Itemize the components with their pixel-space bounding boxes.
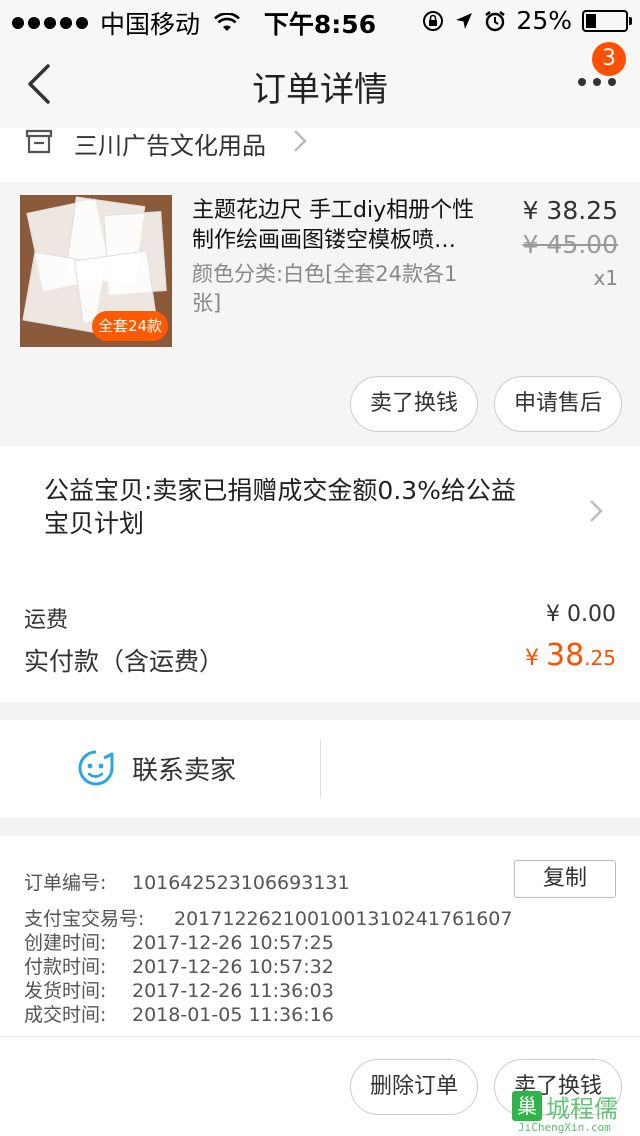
- charity-line1: 公益宝贝:卖家已捐赠成交金额0.3%给公益: [44, 476, 516, 505]
- alipay-trade-row: 支付宝交易号: 2017122621001001310241761607: [24, 904, 512, 931]
- image-tag: 全套24款: [92, 311, 168, 341]
- product-card: 全套24款 主题花边尺 手工diy相册个性 制作绘画画图镂空模板喷… 颜色分类:…: [0, 182, 640, 446]
- amount-paid-integer: 38: [546, 638, 585, 673]
- sell-for-cash-button[interactable]: 卖了换钱: [350, 376, 478, 432]
- info-key: 发货时间:: [24, 980, 107, 1002]
- shop-row[interactable]: 三川广告文化用品: [0, 128, 640, 182]
- contact-seller-button[interactable]: 联系卖家: [132, 750, 236, 787]
- info-key: 支付宝交易号:: [24, 908, 145, 930]
- apply-after-sale-button[interactable]: 申请售后: [494, 376, 622, 432]
- watermark-logo: 巢 城程儒 JiChengXin.com: [512, 1087, 632, 1135]
- copy-button[interactable]: 复制: [514, 860, 616, 898]
- chevron-right-icon: [294, 130, 307, 152]
- product-image[interactable]: 全套24款: [20, 195, 172, 347]
- product-spec-line2: 张]: [192, 291, 222, 315]
- alipay-trade-value: 2017122621001001310241761607: [174, 908, 513, 930]
- watermark-box: 巢: [512, 1091, 542, 1121]
- chevron-right-icon: [590, 500, 603, 522]
- product-title-line2: 制作绘画画图镂空模板喷…: [192, 228, 457, 253]
- charity-row[interactable]: 公益宝贝:卖家已捐赠成交金额0.3%给公益 宝贝计划: [0, 446, 640, 576]
- product-price: ¥ 38.25: [522, 196, 618, 225]
- order-number-value: 101642523106693131: [132, 872, 350, 894]
- store-icon: [25, 129, 53, 154]
- divider: [320, 740, 321, 798]
- info-key: 付款时间:: [24, 956, 107, 978]
- shipped-time-value: 2017-12-26 11:36:03: [132, 980, 334, 1002]
- created-time-row: 创建时间: 2017-12-26 10:57:25: [24, 928, 334, 955]
- completed-time-row: 成交时间: 2018-01-05 11:36:16: [24, 1000, 334, 1027]
- paid-time-value: 2017-12-26 10:57:32: [132, 956, 334, 978]
- order-number-row: 订单编号: 101642523106693131: [24, 868, 350, 895]
- watermark-url: JiChengXin.com: [518, 1121, 611, 1134]
- paid-time-row: 付款时间: 2017-12-26 10:57:32: [24, 952, 334, 979]
- info-key: 成交时间:: [24, 1004, 107, 1026]
- product-title-line1: 主题花边尺 手工diy相册个性: [192, 198, 475, 223]
- info-key: 订单编号:: [24, 872, 107, 894]
- completed-time-value: 2018-01-05 11:36:16: [132, 1004, 334, 1026]
- info-key: 创建时间:: [24, 932, 107, 954]
- notification-badge: 3: [592, 42, 626, 76]
- amount-paid-label: 实付款（含运费）: [24, 647, 225, 676]
- delete-order-button[interactable]: 删除订单: [350, 1059, 478, 1115]
- watermark-text: 城程儒: [546, 1095, 618, 1123]
- amount-paid-currency: ¥: [525, 646, 546, 671]
- shipping-value: ¥ 0.00: [546, 602, 616, 627]
- battery-percent: 25%: [516, 6, 572, 35]
- battery-icon: [582, 9, 632, 32]
- amount-paid-decimal: .25: [584, 646, 616, 670]
- location-icon: [456, 12, 473, 29]
- shipping-label: 运费: [24, 608, 69, 633]
- amount-paid-value: ¥ 38.25: [525, 638, 616, 673]
- status-bar: 中国移动 下午8:56 25%: [0, 0, 640, 40]
- product-title[interactable]: 主题花边尺 手工diy相册个性 制作绘画画图镂空模板喷…: [192, 196, 504, 256]
- shop-name: 三川广告文化用品: [74, 132, 266, 160]
- shipped-time-row: 发货时间: 2017-12-26 11:36:03: [24, 976, 334, 1003]
- product-spec: 颜色分类:白色[全套24款各1 张]: [192, 260, 502, 318]
- product-spec-line1: 颜色分类:白色[全套24款各1: [192, 262, 458, 286]
- product-quantity: x1: [593, 266, 618, 290]
- order-totals: 运费 ¥ 0.00 实付款（含运费） ¥ 38.25: [0, 576, 640, 702]
- alarm-icon: [485, 10, 506, 31]
- product-original-price: ¥ 45.00: [522, 230, 618, 259]
- orientation-lock-icon: [423, 10, 444, 31]
- charity-line2: 宝贝计划: [44, 509, 145, 538]
- chat-face-icon[interactable]: [76, 748, 116, 788]
- order-info: 订单编号: 101642523106693131 复制 支付宝交易号: 201712…: [0, 836, 640, 1036]
- status-right: 25%: [422, 6, 632, 35]
- more-icon[interactable]: [578, 78, 616, 86]
- charity-text: 公益宝贝:卖家已捐赠成交金额0.3%给公益 宝贝计划: [44, 474, 574, 540]
- footer-bar: 删除订单 卖了换钱 巢 城程儒 JiChengXin.com: [0, 1036, 640, 1136]
- contact-seller-bar: 联系卖家: [0, 720, 640, 818]
- page-title: 订单详情: [252, 70, 388, 110]
- nav-bar: 订单详情 3: [0, 40, 640, 128]
- created-time-value: 2017-12-26 10:57:25: [132, 932, 334, 954]
